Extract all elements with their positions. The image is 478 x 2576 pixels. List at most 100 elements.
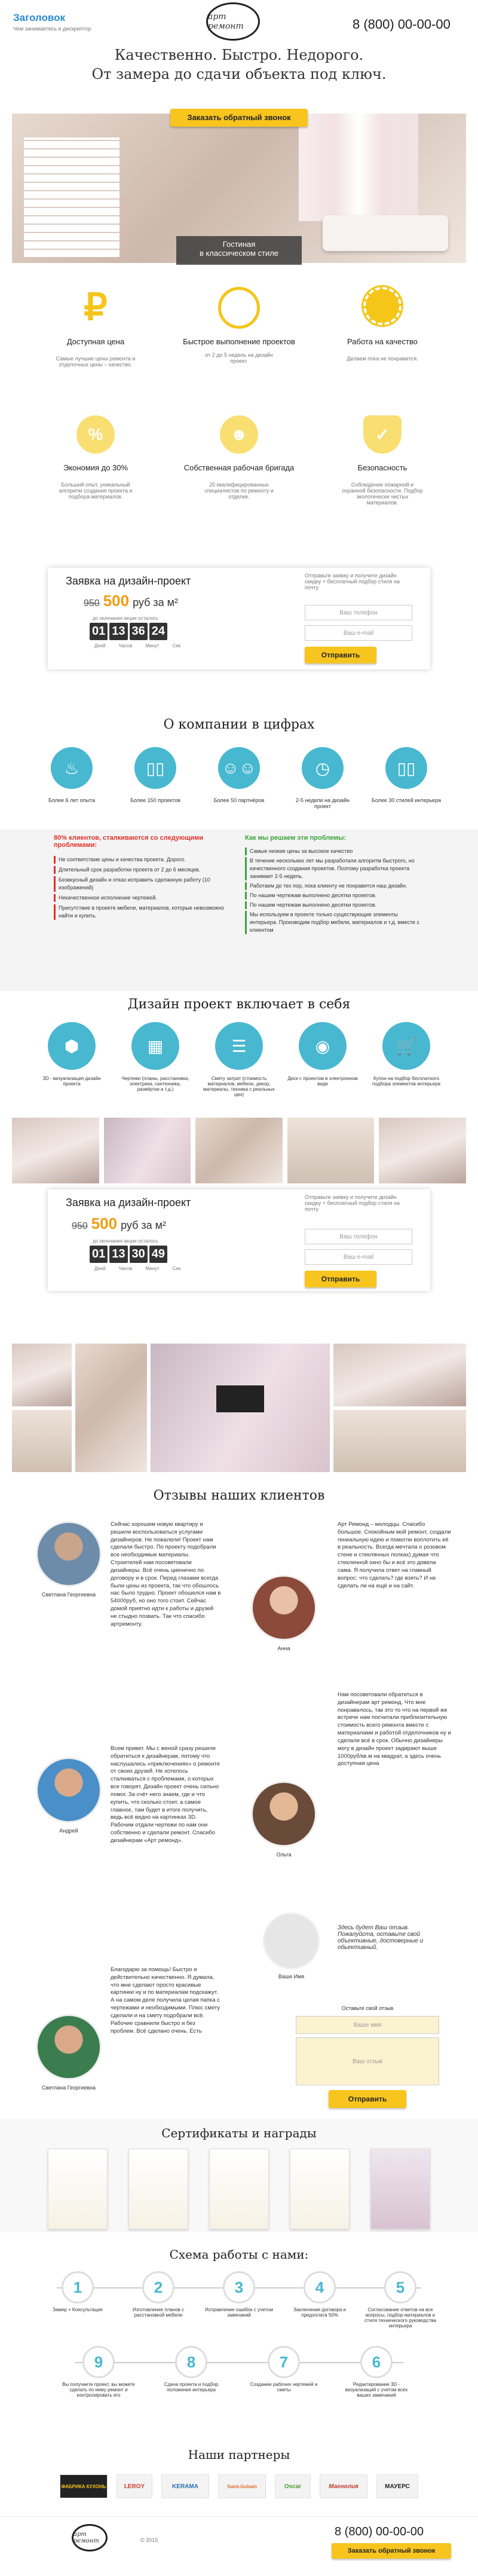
timer-minutes: 36 [129,623,148,640]
book-icon: ▯▯ [385,747,427,789]
offer-unit: руб за м² [121,1219,167,1231]
partner-logo[interactable]: Магнолия [320,2474,367,2498]
benefit-title: Быстрое выполнение проектов [183,337,295,346]
timer-days: 01 [90,1246,108,1263]
review-submit-button[interactable]: Отправить [329,2090,406,2108]
solution-item: Мы используем в проекте только существую… [245,911,424,935]
problem-item: Присутствие в проекте мебели, материалов… [54,904,227,920]
hero-tagline-1: Качественно. Быстро. Недорого. [114,47,364,63]
stat-item: ♨ Более 6 лет опыта [36,747,108,825]
header-phone[interactable]: 8 (800) 00-00-00 [353,17,451,32]
benefit-title: Экономия до 30% [63,463,128,472]
gallery-photo[interactable] [12,1409,72,1472]
certificate[interactable] [128,2149,188,2229]
certificate[interactable] [48,2149,108,2229]
gallery-photo[interactable] [12,1118,99,1183]
step-text: Сдача проекта и подбор положения интерье… [164,2382,219,2393]
placeholder-text: Здесь будет Ваш отзыв. Пожалуйста, остав… [338,1925,424,1951]
offer-email-input[interactable]: Ваш e-mail [305,625,412,641]
drawing-icon: ▦ [131,1022,179,1070]
problems-right-list: Самые низкие цены за высокое качество В … [245,848,424,936]
design-text: Смету затрат (стоимость материалов, мебе… [203,1076,275,1097]
benefit-quality: Работа на качество Делаем пока не понрав… [323,287,442,362]
footer-logo-text: арт ремонт [73,2531,99,2544]
partners-title: Наши партнеры [188,2447,290,2462]
gallery-photo[interactable] [333,1409,466,1472]
gallery-photo[interactable] [12,1344,72,1406]
offer-side-note: Отправьте заявку и получите дизайн скидк… [305,1194,400,1212]
stats-row: ♨ Более 6 лет опыта ▯▯ Более 150 проекто… [36,747,442,825]
certs-row [48,2149,430,2229]
footer-logo[interactable]: арт ремонт [72,2524,108,2551]
step-number: 4 [304,2271,336,2303]
partner-logo[interactable]: KERAMA [161,2474,209,2498]
scheme-step: 3 Исправление ошибок с учетом замечаний [203,2271,275,2318]
footer: арт ремонт © 2015 8 (800) 00-00-00 Заказ… [0,2516,478,2576]
design-item: ⬢ 3D - визуализация дизайн проекта [36,1022,108,1112]
partner-logo[interactable]: Oscar [275,2474,311,2498]
scheme-step: 6 Редактирование 3D - визуализаций с уче… [338,2346,415,2398]
gallery-photo[interactable] [333,1344,466,1406]
review-text-input[interactable]: Ваш отзыв [296,2037,439,2085]
cart-icon: 🛒 [382,1022,430,1070]
partner-logo[interactable]: МАУЕРС [376,2474,418,2498]
gallery-photo[interactable] [379,1118,466,1183]
scheme-step: 2 Изготовление планов с расстановкой меб… [122,2271,194,2318]
scheme-step: 1 Замер + Консультация [42,2271,114,2312]
partner-logo[interactable]: ФАБРИКА КУХОНЬ [60,2474,108,2498]
offer-email-input[interactable]: Ваш e-mail [305,1249,412,1265]
gallery-photo-main[interactable] [151,1344,330,1472]
certs-title: Сертификаты и награды [161,2126,317,2140]
certs-band: Сертификаты и награды [0,2119,478,2232]
benefit-title: Собственная рабочая бригада [183,463,295,472]
review-name-input[interactable]: Ваше имя [296,2016,439,2034]
offer-title: Заявка на дизайн-проект [66,575,191,587]
step-text: Замер + Консультация [53,2307,103,2312]
book-icon: ▯▯ [134,747,176,789]
stat-item: ▯▯ Более 150 проектов [120,747,191,825]
interior-gallery [12,1344,466,1472]
reviewer-avatar [36,2014,102,2080]
offer-submit-button[interactable]: Отправить [305,647,376,663]
timer-hours: 13 [109,623,128,640]
people-icon: ☺☺ [218,747,260,789]
scheme-step: 5 Согласование ответов на все вопросы, п… [364,2271,436,2329]
partner-logo[interactable]: LEROY [117,2474,152,2498]
step-number: 1 [62,2271,94,2303]
gallery-photo[interactable] [103,1118,191,1183]
certificate[interactable] [209,2149,269,2229]
benefit-text: от 2 до 5 недель на дизайн проект. [205,352,273,364]
certificate[interactable] [370,2149,430,2229]
logo[interactable]: арт ремонт [206,2,260,41]
badge-icon [363,287,402,325]
gallery-photo[interactable] [195,1118,283,1183]
reviewer-avatar [251,1575,317,1641]
timer-unit-hours: Часов [118,643,133,648]
gallery-photo[interactable] [75,1344,147,1472]
problem-item: Длительный срок разработки проекта от 2 … [54,866,227,874]
solution-item: В течение нескольких лет мы разработали … [245,857,424,881]
benefit-title: Безопасность [357,463,407,472]
step-number: 6 [360,2346,393,2378]
offer-phone-input[interactable]: Ваш телефон [305,1229,412,1244]
step-text: Заключение договора и предоплата 50% [293,2307,347,2318]
footer-phone[interactable]: 8 (800) 00-00-00 [335,2525,424,2539]
certificate[interactable] [290,2149,350,2229]
offer-phone-input[interactable]: Ваш телефон [305,605,412,620]
hero-callback-button[interactable]: Заказать обратный звонок [170,109,308,127]
offer-old-price: 950 [84,598,100,608]
site-title[interactable]: Заголовок [13,12,65,24]
gallery-photo[interactable] [287,1118,375,1183]
timer-units: Дней Часов Минут Сек [94,1266,180,1271]
stat-item: ◷ 2-5 недели на дизайн проект [287,747,358,825]
footer-callback-button[interactable]: Заказать обратный звонок [332,2543,451,2559]
clock-icon: ◷ [302,747,344,789]
review-form: Оставьте свой отзыв Ваше имя Ваш отзыв О… [296,2005,439,2113]
benefit-title: Работа на качество [347,337,418,346]
placeholder-avatar [263,1913,320,1969]
offer-block: Заявка на дизайн-проект 950 500 руб за м… [48,568,430,669]
timer-unit-hours: Часов [118,1266,133,1271]
offer-submit-button[interactable]: Отправить [305,1271,376,1287]
partner-logo[interactable]: Saint-Gobain [218,2474,266,2498]
step-number: 2 [142,2271,174,2303]
